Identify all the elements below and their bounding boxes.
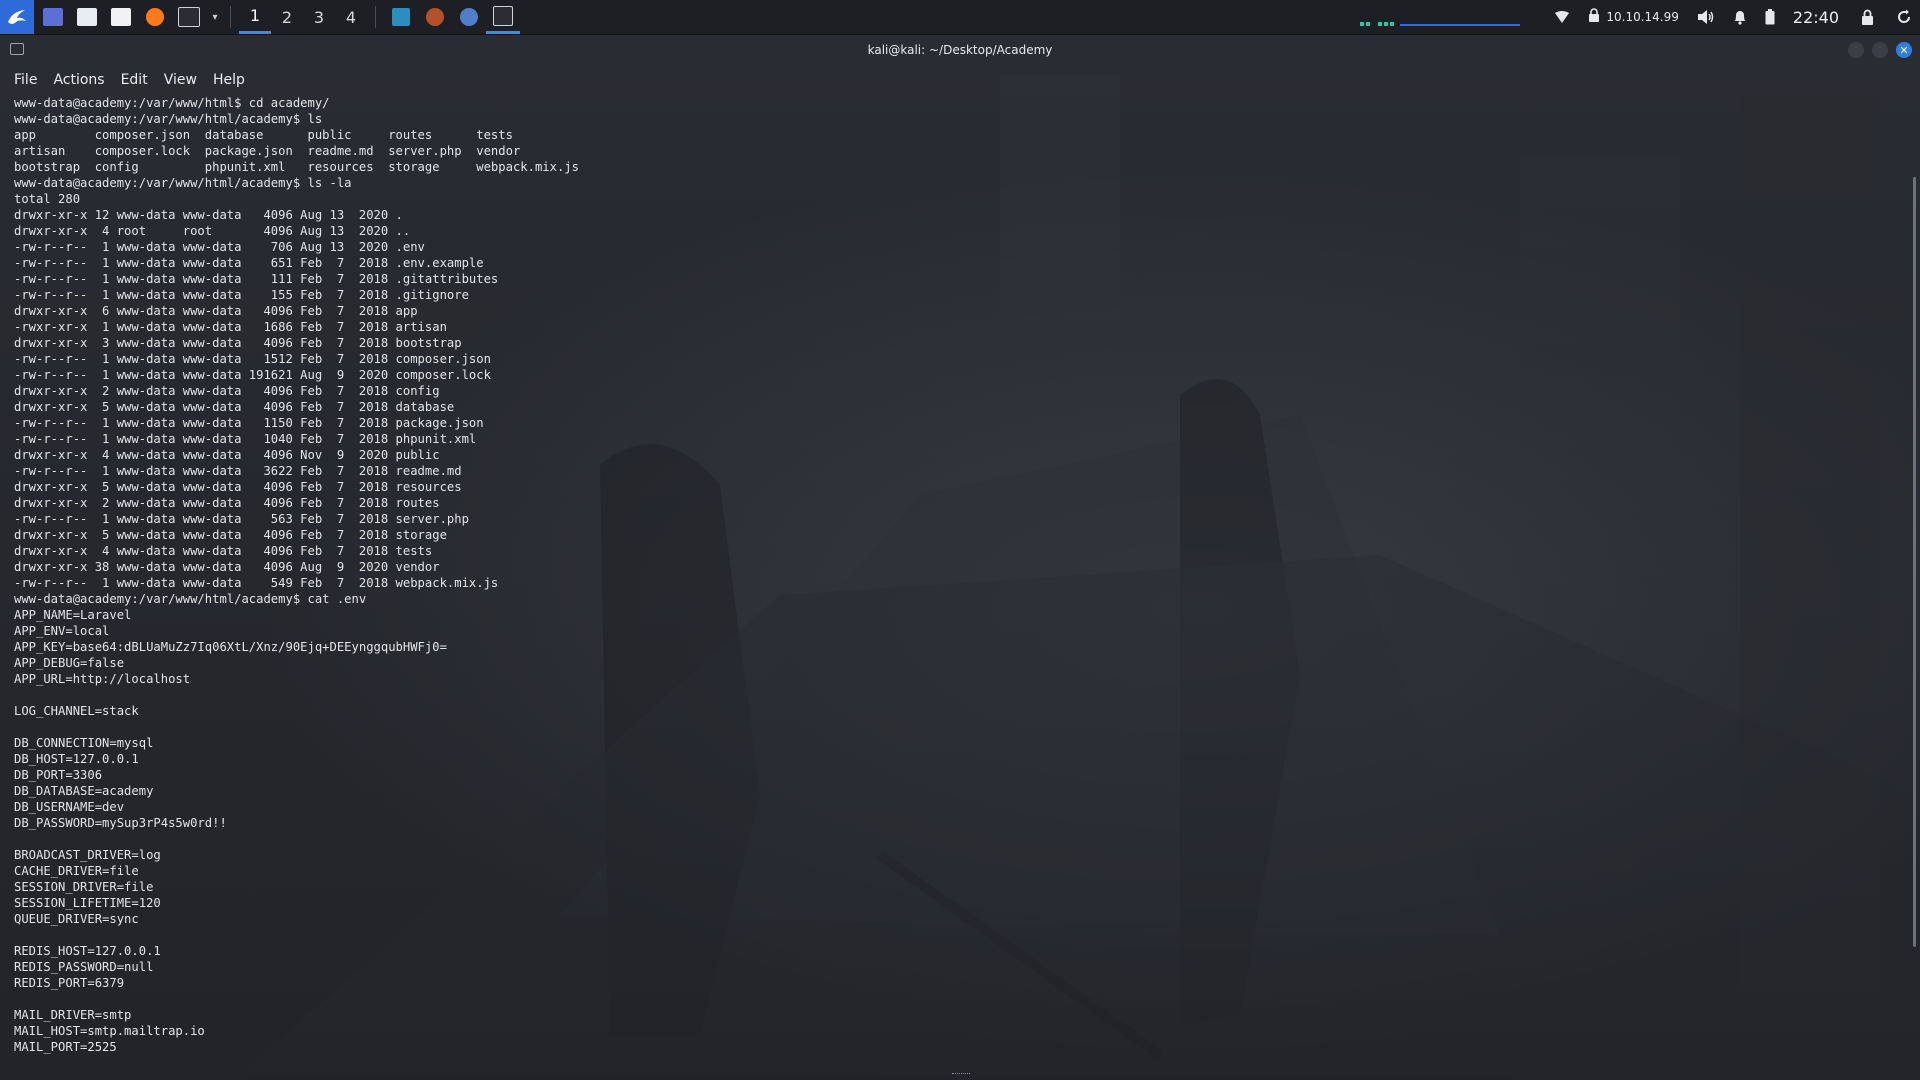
task-terminal-icon: [493, 5, 513, 26]
terminal-scrollbar[interactable]: [1910, 147, 1916, 947]
terminal-output[interactable]: www-data@academy:/var/www/html$ cd acade…: [14, 95, 1894, 1070]
terminal-launcher[interactable]: [174, 2, 204, 32]
resize-grip[interactable]: [952, 1073, 970, 1076]
file-manager-launcher[interactable]: [72, 2, 102, 32]
task-browser-icon: [460, 8, 478, 26]
workspace-4[interactable]: 4: [335, 0, 367, 34]
menu-file[interactable]: File: [6, 72, 45, 88]
terminal-dropdown-button[interactable]: ▾: [208, 2, 222, 32]
cpu-graph[interactable]: [1360, 8, 1521, 26]
firefox-launcher[interactable]: [140, 2, 170, 32]
volume-icon[interactable]: [1697, 9, 1715, 25]
launchers: [34, 2, 204, 32]
menu-edit[interactable]: Edit: [113, 72, 156, 88]
network-graph-line: [1400, 24, 1521, 26]
notifications-bell-icon[interactable]: [1733, 9, 1747, 25]
show-desktop-launcher[interactable]: [38, 2, 68, 32]
vpn-ip-address: 10.10.14.99: [1606, 10, 1679, 24]
workspace-2[interactable]: 2: [271, 0, 303, 34]
show-desktop-icon: [43, 8, 63, 26]
terminal-window-icon: [10, 43, 24, 55]
workspace-1[interactable]: 1: [239, 0, 271, 34]
kali-dragon-icon: [8, 10, 26, 24]
maximize-button[interactable]: [1872, 42, 1888, 58]
task-vscode-button[interactable]: [384, 0, 418, 34]
terminal-window: kali@kali: ~/Desktop/Academy ✕ File Actio…: [0, 35, 1920, 1080]
network-wifi-icon[interactable]: [1554, 10, 1570, 24]
task-terminal-button[interactable]: [486, 0, 520, 34]
task-list: [384, 0, 520, 34]
workspace-switcher: 1234: [239, 0, 367, 34]
task-firefox-icon: [426, 8, 444, 26]
top-panel: ▾ 1234 10.10.14.99 22:40: [0, 0, 1920, 35]
minimize-button[interactable]: [1848, 42, 1864, 58]
scrollbar-thumb[interactable]: [1913, 177, 1916, 947]
vpn-lock-icon: [1588, 8, 1600, 26]
workspace-3[interactable]: 3: [303, 0, 335, 34]
firefox-icon: [146, 8, 164, 26]
terminal-text[interactable]: www-data@academy:/var/www/html$ cd acade…: [14, 95, 1894, 1055]
kali-menu-button[interactable]: [0, 0, 34, 34]
file-manager-icon: [77, 8, 97, 26]
text-editor-launcher[interactable]: [106, 2, 136, 32]
menu-view[interactable]: View: [156, 72, 205, 88]
window-title: kali@kali: ~/Desktop/Academy: [867, 43, 1053, 57]
close-button[interactable]: ✕: [1896, 42, 1912, 58]
menu-actions[interactable]: Actions: [45, 72, 112, 88]
menu-bar: File Actions Edit View Help: [6, 67, 253, 93]
window-titlebar[interactable]: kali@kali: ~/Desktop/Academy ✕: [0, 35, 1920, 65]
battery-icon[interactable]: [1765, 9, 1775, 25]
lock-screen-icon[interactable]: [1861, 9, 1874, 25]
task-browser-button[interactable]: [452, 0, 486, 34]
clock[interactable]: 22:40: [1793, 8, 1839, 27]
menu-help[interactable]: Help: [205, 72, 253, 88]
close-icon: ✕: [1899, 43, 1909, 57]
chevron-down-icon: ▾: [212, 11, 218, 23]
terminal-icon: [178, 7, 200, 27]
panel-left: ▾ 1234: [0, 0, 520, 34]
text-editor-icon: [111, 8, 131, 26]
panel-separator: [375, 6, 376, 28]
panel-right: 10.10.14.99 22:40: [1360, 0, 1920, 34]
task-firefox-button[interactable]: [418, 0, 452, 34]
task-vscode-icon: [392, 8, 410, 26]
panel-separator: [230, 6, 231, 28]
power-refresh-icon[interactable]: [1896, 9, 1912, 25]
vpn-status[interactable]: 10.10.14.99: [1588, 8, 1679, 26]
window-controls: ✕: [1840, 42, 1912, 58]
